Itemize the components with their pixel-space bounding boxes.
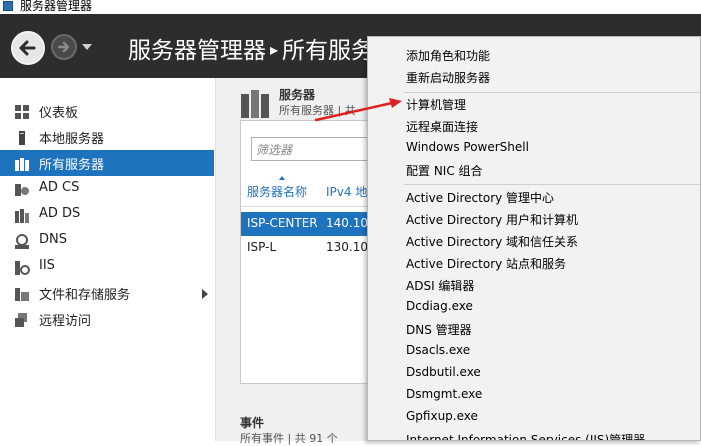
- events-tile-title: 事件: [240, 416, 265, 430]
- menu-item-iis-manager[interactable]: Internet Information Services (IIS)管理器: [368, 429, 700, 441]
- dns-icon: [15, 234, 29, 249]
- title-bar: 服务器管理器: [0, 0, 701, 14]
- history-dropdown-icon[interactable]: [82, 44, 92, 50]
- sidebar-item-dns[interactable]: DNS: [0, 228, 214, 254]
- sidebar-item-iis[interactable]: IIS: [0, 254, 214, 280]
- menu-item-ad-domains-trusts[interactable]: Active Directory 域和信任关系: [368, 231, 700, 253]
- menu-item-label: Dsacls.exe: [406, 343, 471, 357]
- sidebar-item-label: 远程访问: [39, 314, 92, 329]
- sidebar-item-ad-cs[interactable]: AD CS: [0, 176, 214, 202]
- context-menu: 添加角色和功能 重新启动服务器 计算机管理 远程桌面连接 Windows Pow…: [367, 36, 701, 441]
- sidebar-item-file-storage[interactable]: 文件和存储服务: [0, 280, 214, 306]
- menu-item-label: Dsdbutil.exe: [406, 365, 481, 379]
- adcs-icon: [15, 184, 29, 196]
- menu-item-gpfixup[interactable]: Gpfixup.exe: [368, 407, 700, 429]
- sidebar-item-dashboard[interactable]: 仪表板: [0, 98, 214, 124]
- sidebar-item-local-server[interactable]: 本地服务器: [0, 124, 214, 150]
- menu-item-dsdbutil[interactable]: Dsdbutil.exe: [368, 363, 700, 385]
- menu-item-label: 添加角色和功能: [406, 49, 491, 63]
- menu-item-add-roles[interactable]: 添加角色和功能: [368, 45, 700, 67]
- sidebar-item-label: IIS: [39, 258, 55, 273]
- servers-tile-title: 服务器: [279, 88, 316, 102]
- adds-icon: [15, 209, 29, 223]
- dashboard-icon: [15, 105, 29, 119]
- menu-item-remote-desktop[interactable]: 远程桌面连接: [368, 116, 700, 138]
- sidebar-item-all-servers[interactable]: 所有服务器: [0, 150, 214, 176]
- cell-ipv4: 130.10.: [326, 240, 372, 254]
- window-title: 服务器管理器: [20, 0, 93, 13]
- menu-item-label: Active Directory 域和信任关系: [406, 235, 579, 249]
- breadcrumb: 服务器管理器 ▸ 所有服务器: [128, 31, 397, 65]
- remote-access-icon: [15, 313, 27, 327]
- menu-item-label: Active Directory 管理中心: [406, 191, 555, 205]
- servers-icon: [15, 158, 29, 171]
- sidebar-item-label: AD DS: [39, 206, 81, 221]
- menu-item-label: 远程桌面连接: [406, 120, 479, 134]
- iis-icon: [15, 261, 30, 275]
- menu-item-dsacls[interactable]: Dsacls.exe: [368, 341, 700, 363]
- menu-item-nic-teaming[interactable]: 配置 NIC 组合: [368, 160, 700, 182]
- menu-item-ad-users-computers[interactable]: Active Directory 用户和计算机: [368, 209, 700, 231]
- menu-item-label: ADSI 编辑器: [406, 279, 475, 293]
- sidebar: 仪表板 本地服务器 所有服务器 AD CS AD DS DNS IIS 文件和存…: [0, 78, 215, 441]
- column-header-ipv4[interactable]: IPv4 地: [326, 183, 367, 200]
- sidebar-item-ad-ds[interactable]: AD DS: [0, 202, 214, 228]
- sidebar-item-remote-access[interactable]: 远程访问: [0, 306, 214, 332]
- sidebar-item-label: 本地服务器: [39, 132, 105, 147]
- sort-ascending-icon: [279, 176, 285, 180]
- cell-server-name: ISP-CENTER: [247, 216, 318, 230]
- file-storage-icon: [15, 288, 29, 301]
- menu-separator: [404, 184, 700, 185]
- arrow-left-icon: [19, 40, 36, 56]
- menu-item-adsi-edit[interactable]: ADSI 编辑器: [368, 275, 700, 297]
- sidebar-item-label: 文件和存储服务: [39, 288, 131, 303]
- forward-button[interactable]: [51, 34, 77, 60]
- arrow-right-icon: [57, 41, 70, 53]
- menu-item-powershell[interactable]: Windows PowerShell: [368, 138, 700, 160]
- menu-separator: [404, 92, 700, 93]
- menu-item-label: Active Directory 用户和计算机: [406, 213, 579, 227]
- column-header-server-name[interactable]: 服务器名称: [247, 183, 307, 200]
- menu-item-ad-sites-services[interactable]: Active Directory 站点和服务: [368, 253, 700, 275]
- menu-item-computer-management[interactable]: 计算机管理: [368, 94, 700, 116]
- submenu-arrow-icon[interactable]: [202, 289, 208, 299]
- menu-item-label: 重新启动服务器: [406, 71, 491, 85]
- filter-placeholder: 筛选器: [256, 143, 293, 157]
- breadcrumb-separator: ▸: [270, 40, 279, 59]
- sidebar-item-label: DNS: [39, 232, 67, 247]
- menu-item-label: Dsmgmt.exe: [406, 387, 483, 401]
- menu-item-label: Dcdiag.exe: [406, 299, 473, 313]
- sidebar-item-label: 所有服务器: [39, 158, 105, 173]
- menu-item-dcdiag[interactable]: Dcdiag.exe: [368, 297, 700, 319]
- menu-item-dsmgmt[interactable]: Dsmgmt.exe: [368, 385, 700, 407]
- menu-item-ad-admin-center[interactable]: Active Directory 管理中心: [368, 187, 700, 209]
- menu-item-label: Internet Information Services (IIS)管理器: [406, 433, 646, 441]
- menu-item-dns-manager[interactable]: DNS 管理器: [368, 319, 700, 341]
- servers-tile-icon: [241, 90, 269, 118]
- back-button[interactable]: [11, 31, 45, 65]
- menu-item-label: Active Directory 站点和服务: [406, 257, 567, 271]
- sidebar-item-label: 仪表板: [39, 106, 79, 121]
- menu-item-label: Windows PowerShell: [406, 140, 529, 154]
- menu-item-label: Gpfixup.exe: [406, 409, 478, 423]
- menu-item-label: DNS 管理器: [406, 323, 472, 337]
- sidebar-item-label: AD CS: [39, 180, 80, 195]
- cell-server-name: ISP-L: [247, 240, 277, 254]
- servers-tile-subtitle: 所有服务器 | 共: [279, 104, 356, 117]
- menu-item-label: 计算机管理: [406, 98, 467, 112]
- menu-item-label: 配置 NIC 组合: [406, 164, 483, 178]
- menu-item-restart-server[interactable]: 重新启动服务器: [368, 67, 700, 89]
- events-tile-subtitle: 所有事件 | 共 91 个: [240, 432, 338, 445]
- server-icon: [19, 131, 25, 145]
- cell-ipv4: 140.10.: [326, 216, 372, 230]
- breadcrumb-root[interactable]: 服务器管理器: [128, 38, 266, 64]
- app-icon: [3, 1, 13, 11]
